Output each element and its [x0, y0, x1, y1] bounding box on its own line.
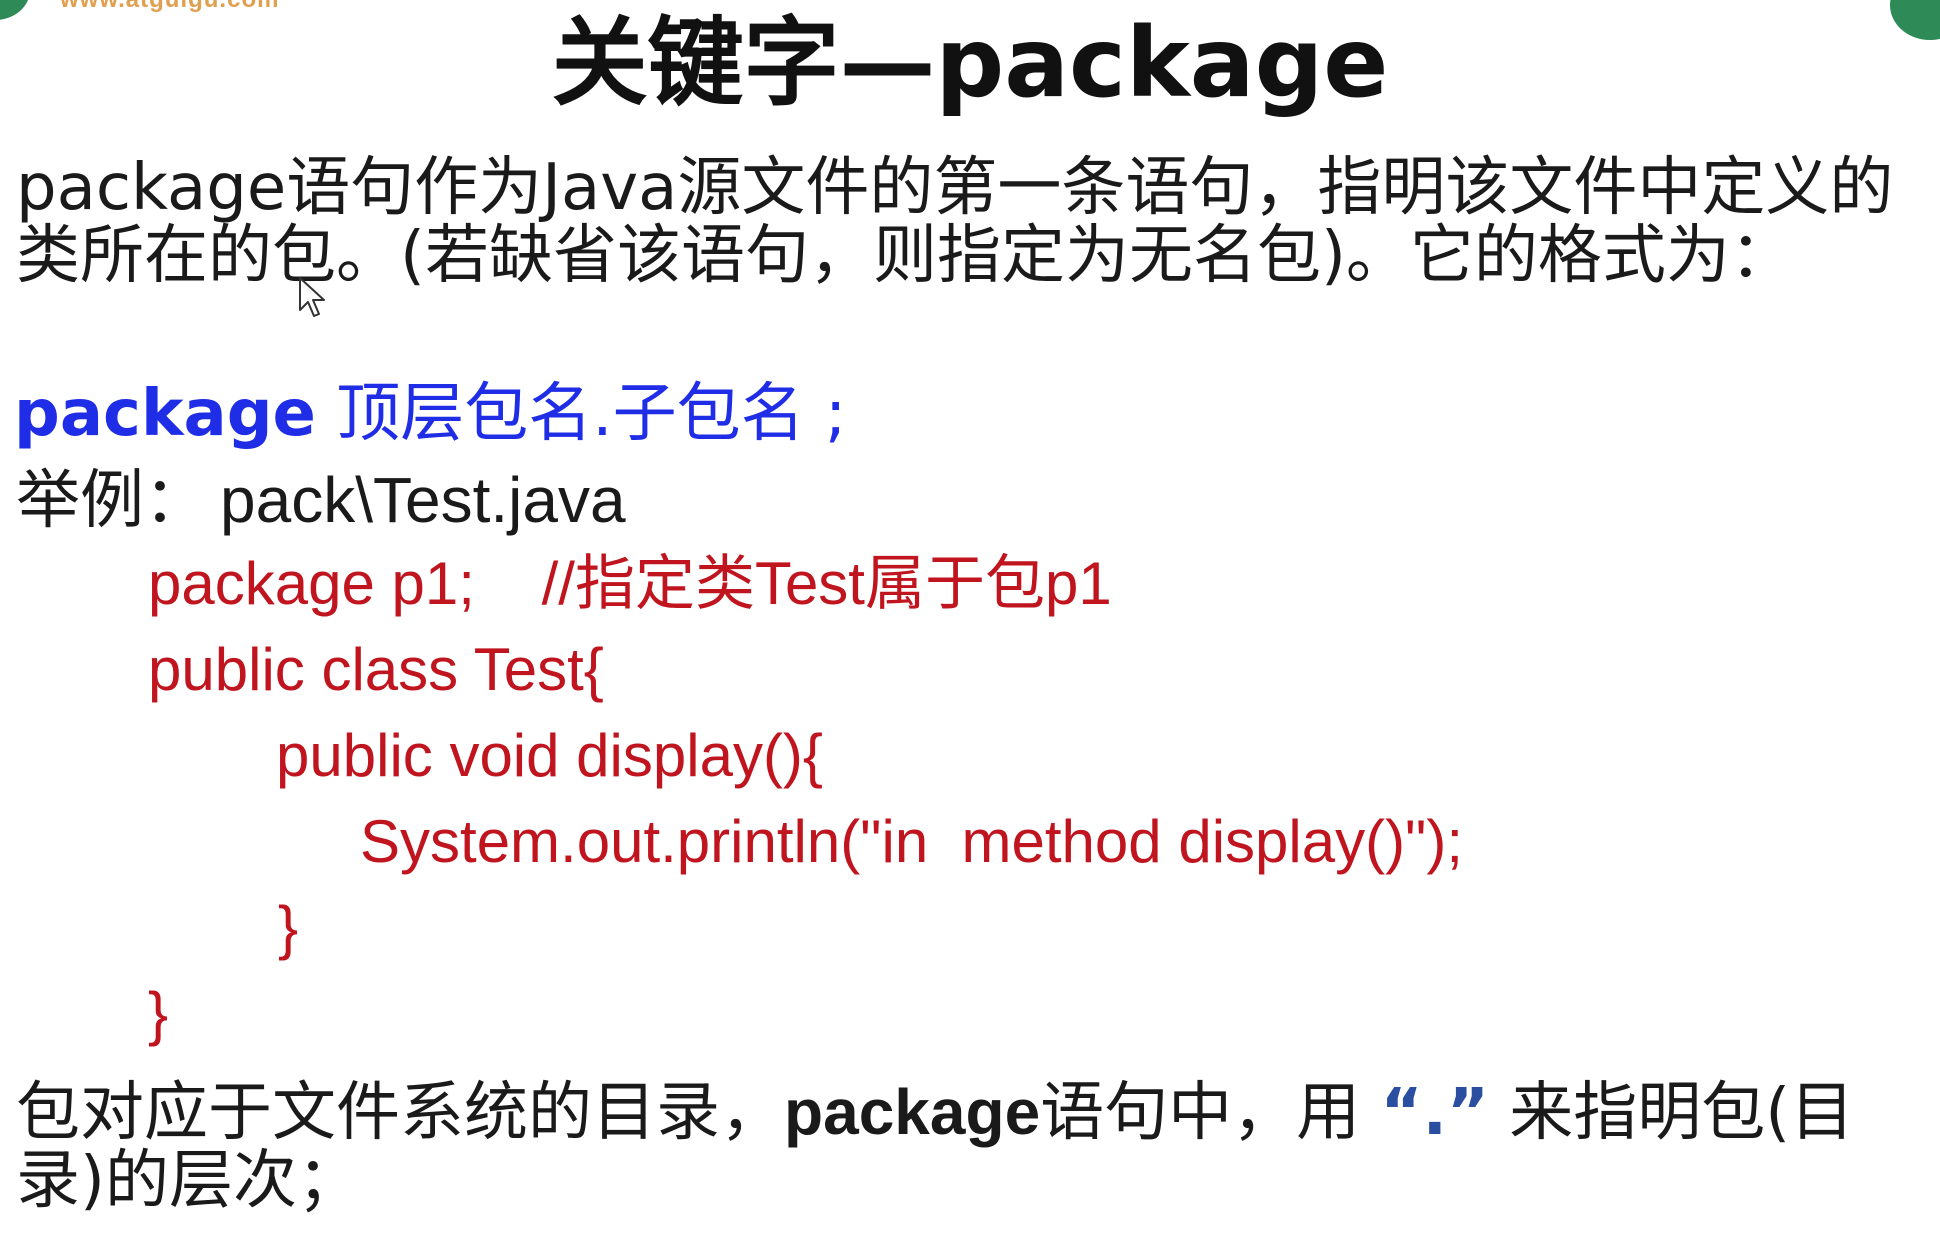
syntax-rest: 顶层包名.子包名 ;	[336, 377, 847, 451]
mouse-pointer-icon	[299, 277, 325, 317]
code-line-class-close: }	[148, 980, 169, 1047]
intro-paragraph: package语句作为Java源文件的第一条语句，指明该文件中定义的类所在的包。…	[16, 151, 1894, 293]
outro-paragraph: 包对应于文件系统的目录，package语句中，用 “.” 来指明包(目录)的层次…	[16, 1078, 1916, 1215]
syntax-keyword: package	[14, 377, 316, 451]
example-label: 举例：	[16, 464, 208, 538]
outro-part2: 语句中，用	[1040, 1076, 1381, 1150]
code-line-method-close: }	[278, 894, 299, 961]
slide-title: 关键字—package	[551, 7, 1389, 119]
code-line-package: package p1; //指定类Test属于包p1	[148, 550, 1112, 617]
outro-part1: 包对应于文件系统的目录，	[16, 1076, 784, 1150]
code-line-class: public class Test{	[148, 636, 604, 703]
code-line-println: System.out.println("in method display()"…	[360, 808, 1463, 875]
example-line: 举例： pack\Test.java	[16, 462, 626, 539]
outro-dot-quote: “.”	[1380, 1076, 1489, 1150]
example-filename: pack\Test.java	[220, 464, 626, 536]
syntax-line: package 顶层包名.子包名 ;	[14, 376, 847, 452]
outro-keyword: package	[784, 1076, 1041, 1148]
code-line-method: public void display(){	[276, 722, 823, 789]
